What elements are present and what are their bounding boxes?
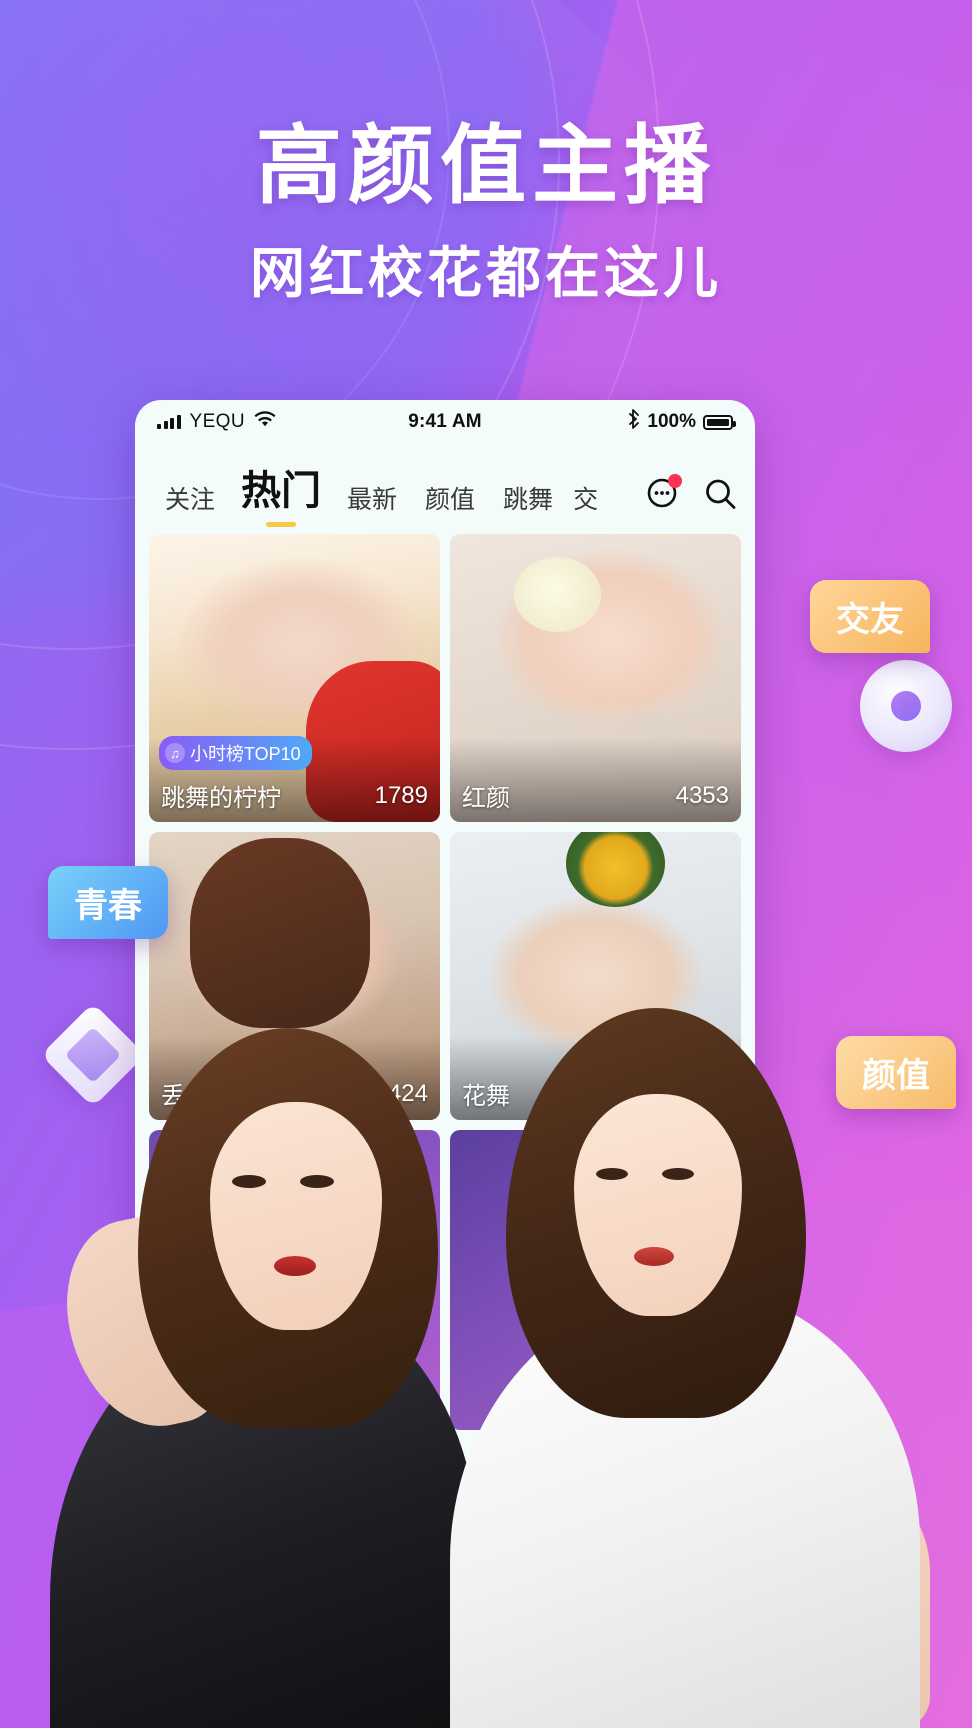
promo-card-line-1: 花 — [271, 1158, 318, 1210]
promo-card-text: 花 你 — [272, 1160, 318, 1257]
streamer-name: 花舞 — [462, 1083, 510, 1110]
stream-card[interactable]: 丢丢呀 7424 — [149, 832, 440, 1120]
stream-card[interactable]: 花舞 2369 — [450, 832, 741, 1120]
streamer-name: 丢丢呀 — [161, 1083, 233, 1110]
tab-jiaoyou[interactable]: 交 — [567, 480, 597, 516]
viewer-count: 7424 — [374, 1079, 428, 1107]
streamer-name: 红颜 — [462, 785, 510, 812]
promo-card[interactable]: 花 你 — [149, 1130, 440, 1430]
promo-card-background — [450, 1130, 741, 1430]
status-bar: YEQU 9:41 AM 100% — [135, 400, 755, 444]
status-bar-time: 9:41 AM — [408, 411, 482, 432]
music-note-icon: ♫ — [165, 743, 185, 763]
message-unread-badge — [668, 474, 682, 488]
signal-bars-icon — [157, 414, 181, 429]
tab-tiaowu[interactable]: 跳舞 — [489, 480, 567, 516]
wifi-icon — [254, 411, 276, 433]
tab-remen-label: 热门 — [241, 469, 322, 513]
floating-badge-qingchun: 青春 — [48, 866, 168, 939]
message-icon[interactable] — [643, 474, 682, 513]
header-icon-group — [643, 474, 739, 516]
promo-card-line-2: 你 — [271, 1206, 318, 1259]
stream-card-meta: 丢丢呀 7424 — [161, 1076, 428, 1111]
stream-card-grid-row-2: 丢丢呀 7424 花舞 2369 — [135, 822, 755, 1120]
battery-full-icon — [703, 414, 736, 430]
tab-zuixin[interactable]: 最新 — [333, 480, 411, 516]
stream-card[interactable]: 红颜 4353 — [450, 534, 741, 822]
viewer-count: 2369 — [675, 1079, 729, 1107]
floating-badge-jiaoyou: 交友 — [810, 580, 930, 653]
bluetooth-icon — [626, 409, 640, 435]
page-title: 高颜值主播 — [256, 118, 716, 214]
floating-badge-yanzhi: 颜值 — [836, 1036, 956, 1109]
rank-badge: ♫ 小时榜TOP10 — [159, 736, 312, 770]
search-icon[interactable] — [701, 475, 739, 513]
phone-mockup: YEQU 9:41 AM 100% 关注 热门 最新 颜值 跳舞 交 ♫ 小时榜… — [135, 400, 755, 1728]
decorative-circle-icon — [860, 660, 952, 752]
tab-active-underline — [266, 522, 297, 527]
status-bar-left: YEQU — [157, 411, 408, 433]
promo-heading-block: 高颜值主播 网红校花都在这儿 — [0, 118, 972, 308]
carrier-label: YEQU — [189, 411, 245, 432]
stream-card-meta: 花舞 2369 — [462, 1076, 729, 1111]
tab-guanzhu[interactable]: 关注 — [151, 480, 229, 516]
stream-card-meta: 红颜 4353 — [462, 778, 729, 813]
viewer-count: 1789 — [374, 781, 428, 809]
promo-card-row: 花 你 — [135, 1120, 755, 1430]
status-bar-right: 100% — [482, 409, 736, 435]
battery-percent-label: 100% — [647, 411, 696, 432]
tab-yanzhi[interactable]: 颜值 — [411, 480, 489, 516]
category-tab-bar: 关注 热门 最新 颜值 跳舞 交 — [135, 444, 755, 527]
promo-card[interactable] — [450, 1130, 741, 1430]
stream-card-meta: 跳舞的柠柠 1789 — [161, 778, 428, 813]
page-subtitle: 网红校花都在这儿 — [249, 242, 722, 305]
viewer-count: 4353 — [675, 781, 729, 809]
stream-card[interactable]: ♫ 小时榜TOP10 跳舞的柠柠 1789 — [149, 534, 440, 822]
tab-remen[interactable]: 热门 — [229, 458, 333, 527]
rank-badge-label: 小时榜TOP10 — [190, 744, 301, 764]
streamer-name: 跳舞的柠柠 — [161, 785, 281, 812]
stream-card-grid-row-1: ♫ 小时榜TOP10 跳舞的柠柠 1789 红颜 4353 — [135, 524, 755, 822]
